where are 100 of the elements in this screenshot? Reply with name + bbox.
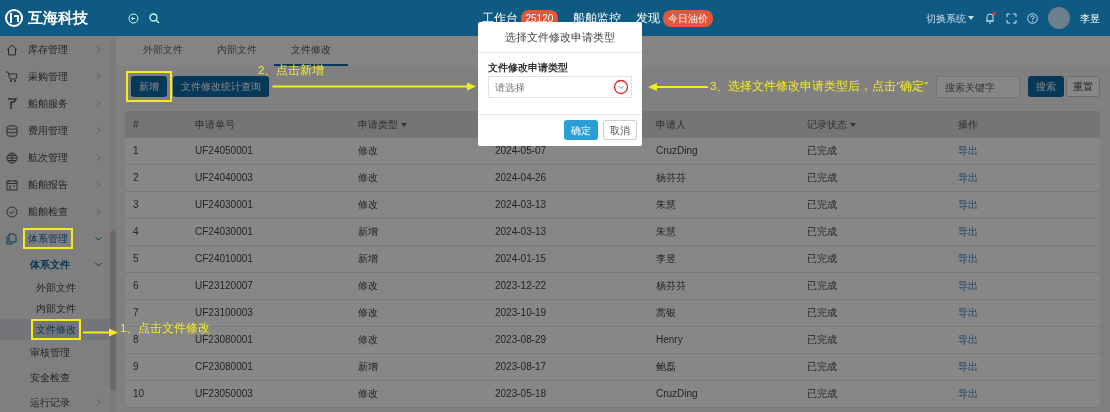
chevron-down-icon [95,261,102,268]
export-link[interactable]: 导出 [950,280,1100,292]
export-link[interactable]: 导出 [950,226,1100,238]
statistics-button[interactable]: 文件修改统计查询 [172,76,269,97]
fullscreen-icon[interactable] [1006,12,1017,24]
table-cell-text: 杨芬芬 [655,280,687,292]
arrow [82,328,118,337]
check-circle-icon [6,205,18,218]
table-cell-text: 修改 [357,145,379,157]
sidebar-item[interactable]: 船舶检查 [0,198,110,225]
annotation-text: 3、选择文件修改申请类型后，点击“确定” [710,80,929,93]
dialog-title: 选择文件修改申请类型 [478,22,642,53]
table-cell-text: 已完成 [806,226,838,238]
chevron-down-icon [95,235,102,242]
arrow [648,83,709,91]
table-cell-text: UF24040003 [194,172,254,184]
confirm-button[interactable]: 确定 [564,120,598,140]
logo-text: 互海科技 [28,7,88,28]
sidebar-item[interactable]: 体系管理 [0,225,110,252]
table-cell-text: 新增 [357,253,379,265]
search-field[interactable]: 搜索关键字 [936,76,1020,98]
highlight-frame [31,319,81,340]
select-field[interactable]: 请选择 [488,76,632,98]
sidebar-item[interactable]: 航次管理 [0,144,110,171]
caret-icon[interactable] [849,122,856,127]
table-cell-text: Henry [655,334,684,346]
export-link[interactable]: 导出 [950,388,1100,400]
user-name[interactable]: 李昱 [1080,10,1100,26]
sidebar-item[interactable]: 安全检查 [0,365,110,390]
table-cell-text: 8 [132,334,140,346]
highlight-circle [613,79,629,95]
sidebar-item[interactable]: 运行记录 [0,390,110,412]
table-cell-text: 新增 [357,226,379,238]
tab[interactable]: 外部文件 [126,36,200,66]
annotation-text: 2、点击新增 [258,64,325,77]
search-icon[interactable] [149,12,160,24]
table-cell-text: 修改 [357,172,379,184]
table-cell-text: 李昱 [655,253,677,265]
sidebar-item[interactable]: 费用管理 [0,117,110,144]
table-cell-text: 2024-04-26 [494,172,548,184]
column-header[interactable]: 记录状态 [807,118,847,131]
table-cell-text: UF24050001 [194,145,254,157]
table-cell-text: 修改 [357,334,379,346]
table-cell-text: 已完成 [806,388,838,400]
search-button[interactable]: 搜索 [1027,76,1064,97]
sidebar-item[interactable]: 船舶服务 [0,90,110,117]
reset-button[interactable]: 重置 [1066,76,1100,97]
tab[interactable]: 内部文件 [200,36,274,66]
table-cell-text: UF23080001 [194,334,254,346]
sidebar-item[interactable]: 外部文件 [0,277,110,298]
sidebar-item[interactable]: 体系文件 [0,252,110,277]
table-cell-text: 2023-10-19 [494,307,548,319]
table-cell-text: 2024-03-13 [494,226,548,238]
annotation-text: 1、点击文件修改 [120,321,211,335]
table-cell-text: 朱慧 [655,226,677,238]
highlight-frame [126,71,172,102]
table-cell-text: 已完成 [806,145,838,157]
table-cell-text: CF23080001 [194,361,254,373]
cancel-button[interactable]: 取消 [603,120,637,140]
table-cell-text: 7 [132,307,140,319]
export-link[interactable]: 导出 [950,334,1100,346]
sidebar-item[interactable]: 库存管理 [0,36,110,63]
table-cell-text: 6 [132,280,140,292]
table-cell-text: 新增 [357,361,379,373]
help-icon[interactable] [1027,12,1038,24]
bell-icon[interactable] [984,12,996,24]
export-link[interactable]: 导出 [950,361,1100,373]
table-cell-text: 修改 [357,280,379,292]
sidebar-item[interactable]: 内部文件 [0,298,110,319]
table-cell-text: 朱慧 [655,199,677,211]
scrollbar-thumb[interactable] [110,231,116,391]
caret-icon[interactable] [400,122,407,127]
export-link[interactable]: 导出 [950,199,1100,211]
export-link[interactable]: 导出 [950,307,1100,319]
table-cell-text: 鲍磊 [655,361,677,373]
table-cell-text: 2024-01-15 [494,253,548,265]
table-cell-text: 2023-05-18 [494,388,548,400]
column-header: 申请人 [656,118,686,131]
table-cell-text: 已完成 [806,361,838,373]
table-cell-text: UF23120007 [194,280,254,292]
export-link[interactable]: 导出 [950,253,1100,265]
table-cell-text: 2023-12-22 [494,280,548,292]
table-cell-text: 修改 [357,307,379,319]
table-cell-text: UF24030001 [194,199,254,211]
field-label: 文件修改申请类型 [488,62,569,73]
highlight-frame [23,228,73,249]
system-menu[interactable]: 切换系统 [925,10,974,26]
count-badge: 今日油价 [662,9,713,27]
sidebar-item[interactable]: 审核管理 [0,340,110,365]
export-link[interactable]: 导出 [950,172,1100,184]
add-button[interactable]: 新增 [131,76,167,97]
globe-icon [6,151,18,164]
database-icon [6,124,18,137]
sidebar-item[interactable]: 船舶报告 [0,171,110,198]
back-icon[interactable] [128,12,139,24]
table-cell-text: 2024-03-13 [494,199,548,211]
table-cell-text: CruzDing [655,145,699,157]
sidebar-item[interactable]: 采购管理 [0,63,110,90]
export-link[interactable]: 导出 [950,145,1100,157]
table-cell-text: 杨芬芬 [655,172,687,184]
